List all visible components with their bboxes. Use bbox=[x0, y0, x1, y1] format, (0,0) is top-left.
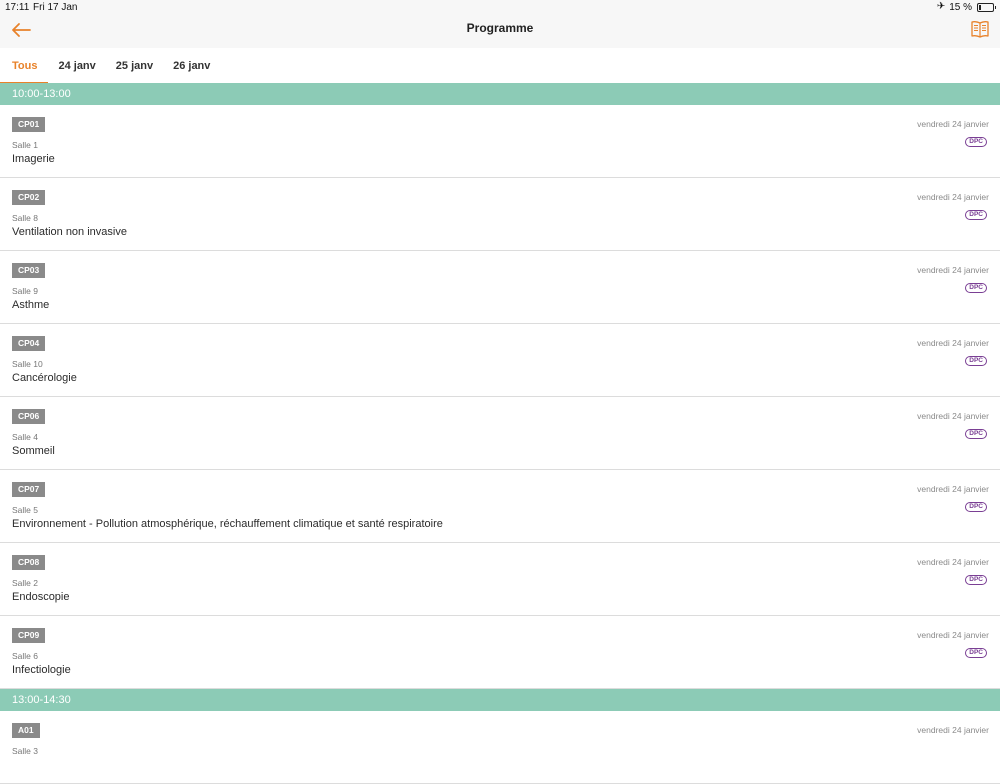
tab-tous[interactable]: Tous bbox=[0, 48, 49, 84]
session-title: Asthme bbox=[12, 299, 50, 311]
session-date: vendredi 24 janvier bbox=[917, 411, 989, 421]
session-title: Sommeil bbox=[12, 445, 55, 457]
session-date: vendredi 24 janvier bbox=[917, 265, 989, 275]
session-list[interactable]: 10:00-13:00 CP01 Salle 1 Imagerie vendredi 2… bbox=[0, 83, 1000, 784]
session-code-badge: A01 bbox=[12, 723, 40, 738]
session-date: vendredi 24 janvier bbox=[917, 192, 989, 202]
session-code-badge: CP02 bbox=[12, 190, 46, 205]
session-row[interactable]: A01 Salle 3 vendredi 24 janvier bbox=[0, 711, 1000, 784]
airplane-icon: ✈ bbox=[936, 1, 946, 12]
session-title: Endoscopie bbox=[12, 591, 70, 603]
dpc-badge: DPC bbox=[965, 356, 987, 366]
status-time: 17:11 bbox=[5, 2, 30, 13]
section-header: 13:00-14:30 bbox=[0, 689, 1000, 711]
date-tabs: Tous 24 janv 25 janv 26 janv bbox=[0, 48, 1000, 84]
session-code-badge: CP03 bbox=[12, 263, 46, 278]
session-code-badge: CP09 bbox=[12, 628, 46, 643]
session-code-badge: CP08 bbox=[12, 555, 46, 570]
dpc-badge: DPC bbox=[965, 137, 987, 147]
dpc-badge: DPC bbox=[965, 210, 987, 220]
tab-25-janv[interactable]: 25 janv bbox=[106, 48, 163, 84]
session-room: Salle 1 bbox=[12, 140, 38, 150]
dpc-badge: DPC bbox=[965, 429, 987, 439]
session-row[interactable]: CP02 Salle 8 Ventilation non invasive vendr… bbox=[0, 178, 1000, 251]
status-right: ✈ 15 % bbox=[936, 1, 996, 13]
session-row[interactable]: CP01 Salle 1 Imagerie vendredi 24 janvier DP… bbox=[0, 105, 1000, 178]
session-row[interactable]: CP09 Salle 6 Infectiologie vendredi 24 janv… bbox=[0, 616, 1000, 689]
dpc-badge: DPC bbox=[965, 283, 987, 293]
session-room: Salle 8 bbox=[12, 213, 38, 223]
session-room: Salle 6 bbox=[12, 651, 38, 661]
book-button[interactable] bbox=[970, 19, 990, 39]
session-room: Salle 5 bbox=[12, 505, 38, 515]
section-header: 10:00-13:00 bbox=[0, 83, 1000, 105]
status-date: Fri 17 Jan bbox=[33, 2, 78, 13]
page-title: Programme bbox=[466, 21, 534, 35]
session-title: Imagerie bbox=[12, 153, 55, 165]
nav-bar: Programme bbox=[0, 14, 1000, 48]
book-icon bbox=[971, 21, 989, 38]
tab-26-janv[interactable]: 26 janv bbox=[163, 48, 220, 84]
session-date: vendredi 24 janvier bbox=[917, 119, 989, 129]
status-bar: 17:11 Fri 17 Jan ✈ 15 % bbox=[0, 0, 1000, 14]
session-room: Salle 10 bbox=[12, 359, 43, 369]
battery-percent: 15 % bbox=[949, 1, 972, 13]
session-room: Salle 2 bbox=[12, 578, 38, 588]
session-date: vendredi 24 janvier bbox=[917, 557, 989, 567]
session-code-badge: CP04 bbox=[12, 336, 46, 351]
session-title: Cancérologie bbox=[12, 372, 77, 384]
session-room: Salle 3 bbox=[12, 746, 38, 756]
session-row[interactable]: CP04 Salle 10 Cancérologie vendredi 24 janv… bbox=[0, 324, 1000, 397]
session-code-badge: CP06 bbox=[12, 409, 46, 424]
session-code-badge: CP07 bbox=[12, 482, 46, 497]
session-row[interactable]: CP07 Salle 5 Environnement - Pollution atm… bbox=[0, 470, 1000, 543]
session-row[interactable]: CP08 Salle 2 Endoscopie vendredi 24 janvier… bbox=[0, 543, 1000, 616]
session-date: vendredi 24 janvier bbox=[917, 484, 989, 494]
session-date: vendredi 24 janvier bbox=[917, 725, 989, 735]
session-title: Infectiologie bbox=[12, 664, 71, 676]
session-room: Salle 9 bbox=[12, 286, 38, 296]
session-row[interactable]: CP03 Salle 9 Asthme vendredi 24 janvier DPC bbox=[0, 251, 1000, 324]
dpc-badge: DPC bbox=[965, 648, 987, 658]
session-row[interactable]: CP06 Salle 4 Sommeil vendredi 24 janvier DPC bbox=[0, 397, 1000, 470]
session-title: Ventilation non invasive bbox=[12, 226, 127, 238]
session-date: vendredi 24 janvier bbox=[917, 630, 989, 640]
battery-icon bbox=[977, 2, 996, 12]
tab-24-janv[interactable]: 24 janv bbox=[48, 48, 105, 84]
dpc-badge: DPC bbox=[965, 502, 987, 512]
session-code-badge: CP01 bbox=[12, 117, 46, 132]
session-room: Salle 4 bbox=[12, 432, 38, 442]
dpc-badge: DPC bbox=[965, 575, 987, 585]
session-date: vendredi 24 janvier bbox=[917, 338, 989, 348]
session-title: Environnement - Pollution atmosphérique,… bbox=[12, 518, 443, 530]
